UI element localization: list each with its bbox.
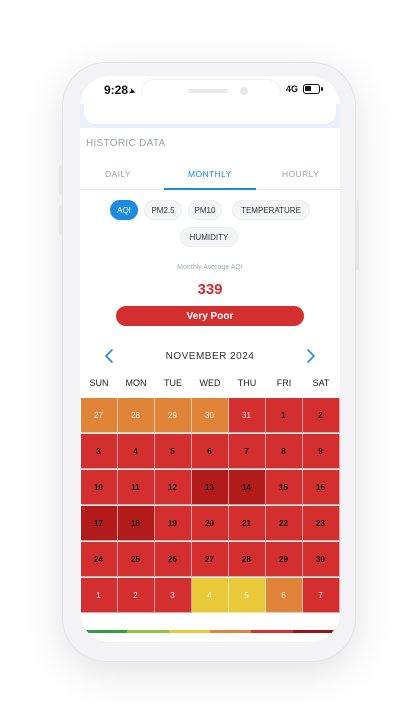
scale-segment: [86, 630, 128, 633]
calendar-day[interactable]: 16: [302, 470, 340, 505]
calendar-day[interactable]: 28: [228, 542, 266, 577]
scale-segment: [251, 630, 293, 633]
previous-card-edge: [80, 96, 340, 128]
calendar-day[interactable]: 4: [191, 578, 229, 613]
calendar-day[interactable]: 1: [265, 398, 303, 433]
calendar-day[interactable]: 15: [265, 470, 303, 505]
chip-pm25[interactable]: PM2.5: [144, 200, 182, 220]
calendar-day[interactable]: 12: [154, 470, 192, 505]
weekday-sat: SAT: [312, 378, 330, 388]
average-label: Monthly Average AQI: [177, 264, 243, 271]
historic-data-card: HISTORIC DATA DAILY MONTHLY HOURLY AQI P…: [80, 128, 340, 642]
calendar-day[interactable]: 30: [191, 398, 229, 433]
battery-tip: [321, 87, 323, 91]
calendar-day[interactable]: 26: [154, 542, 192, 577]
calendar-day[interactable]: 6: [191, 434, 229, 469]
next-month-icon[interactable]: [302, 348, 318, 364]
calendar-day[interactable]: 7: [228, 434, 266, 469]
historic-data-title: HISTORIC DATA: [86, 138, 166, 149]
calendar-day[interactable]: 31: [228, 398, 266, 433]
calendar-day[interactable]: 6: [265, 578, 303, 613]
average-aqi-value: 339: [197, 281, 223, 298]
calendar-day[interactable]: 10: [80, 470, 118, 505]
calendar-day[interactable]: 2: [302, 398, 340, 433]
chip-aqi[interactable]: AQI: [110, 200, 138, 220]
weekday-thu: THU: [237, 378, 257, 388]
calendar-day[interactable]: 14: [228, 470, 266, 505]
phone-side-button: [356, 200, 359, 270]
calendar-day[interactable]: 13: [191, 470, 229, 505]
calendar-day[interactable]: 28: [117, 398, 155, 433]
calendar-day[interactable]: 24: [80, 542, 118, 577]
calendar-day[interactable]: 20: [191, 506, 229, 541]
weekday-header: SUN MON TUE WED THU FRI SAT: [80, 378, 340, 392]
battery-icon: [303, 84, 320, 94]
calendar-day[interactable]: 17: [80, 506, 118, 541]
tab-monthly[interactable]: MONTHLY: [188, 169, 232, 179]
month-navigator: NOVEMBER 2024: [80, 348, 340, 366]
status-time-text: 9:28: [104, 83, 129, 97]
weekday-fri: FRI: [276, 378, 292, 388]
period-tabs: DAILY MONTHLY HOURLY: [80, 164, 340, 190]
calendar-day[interactable]: 21: [228, 506, 266, 541]
calendar-day[interactable]: 7: [302, 578, 340, 613]
aqi-color-scale: [86, 630, 334, 633]
calendar-day[interactable]: 29: [154, 398, 192, 433]
phone-volume-button: [59, 205, 62, 235]
calendar-day[interactable]: 2: [117, 578, 155, 613]
active-tab-indicator: [164, 188, 256, 190]
calendar-day[interactable]: 25: [117, 542, 155, 577]
calendar-day[interactable]: 19: [154, 506, 192, 541]
aqi-status-badge: Very Poor: [116, 306, 304, 326]
camera-dot: [240, 87, 248, 95]
weekday-sun: SUN: [89, 378, 109, 388]
previous-card-bottom: [84, 96, 336, 124]
status-time: 9:28➤: [104, 83, 137, 97]
network-label: 4G: [286, 84, 299, 94]
tab-hourly[interactable]: HOURLY: [282, 169, 319, 179]
calendar-day[interactable]: 5: [228, 578, 266, 613]
calendar-day[interactable]: 9: [302, 434, 340, 469]
scale-segment: [168, 630, 210, 633]
phone-volume-button: [59, 165, 62, 195]
calendar-day[interactable]: 29: [265, 542, 303, 577]
speaker-bar: [188, 89, 228, 93]
weekday-mon: MON: [125, 378, 147, 388]
chip-humidity[interactable]: HUMIDITY: [180, 227, 238, 247]
calendar-day[interactable]: 30: [302, 542, 340, 577]
scale-segment: [127, 630, 169, 633]
calendar-day[interactable]: 27: [80, 398, 118, 433]
calendar-day[interactable]: 3: [154, 578, 192, 613]
calendar-day[interactable]: 4: [117, 434, 155, 469]
month-label: NOVEMBER 2024: [165, 351, 255, 362]
scale-segment: [209, 630, 252, 633]
calendar-day[interactable]: 23: [302, 506, 340, 541]
tab-daily[interactable]: DAILY: [105, 169, 131, 179]
calendar-day[interactable]: 27: [191, 542, 229, 577]
phone-screen: 9:28➤ 4G HISTORIC DATA DAILY MONTHLY HOU…: [80, 76, 340, 642]
chip-temperature[interactable]: TEMPERATURE: [232, 200, 310, 220]
weekday-wed: WED: [199, 378, 221, 388]
weekday-tue: TUE: [164, 378, 182, 388]
calendar-day[interactable]: 18: [117, 506, 155, 541]
calendar-day[interactable]: 3: [80, 434, 118, 469]
scale-segment: [292, 630, 334, 633]
calendar-day[interactable]: 11: [117, 470, 155, 505]
calendar-day[interactable]: 22: [265, 506, 303, 541]
chip-pm10[interactable]: PM10: [188, 200, 222, 220]
calendar-day[interactable]: 5: [154, 434, 192, 469]
calendar-day[interactable]: 8: [265, 434, 303, 469]
calendar-day[interactable]: 1: [80, 578, 118, 613]
